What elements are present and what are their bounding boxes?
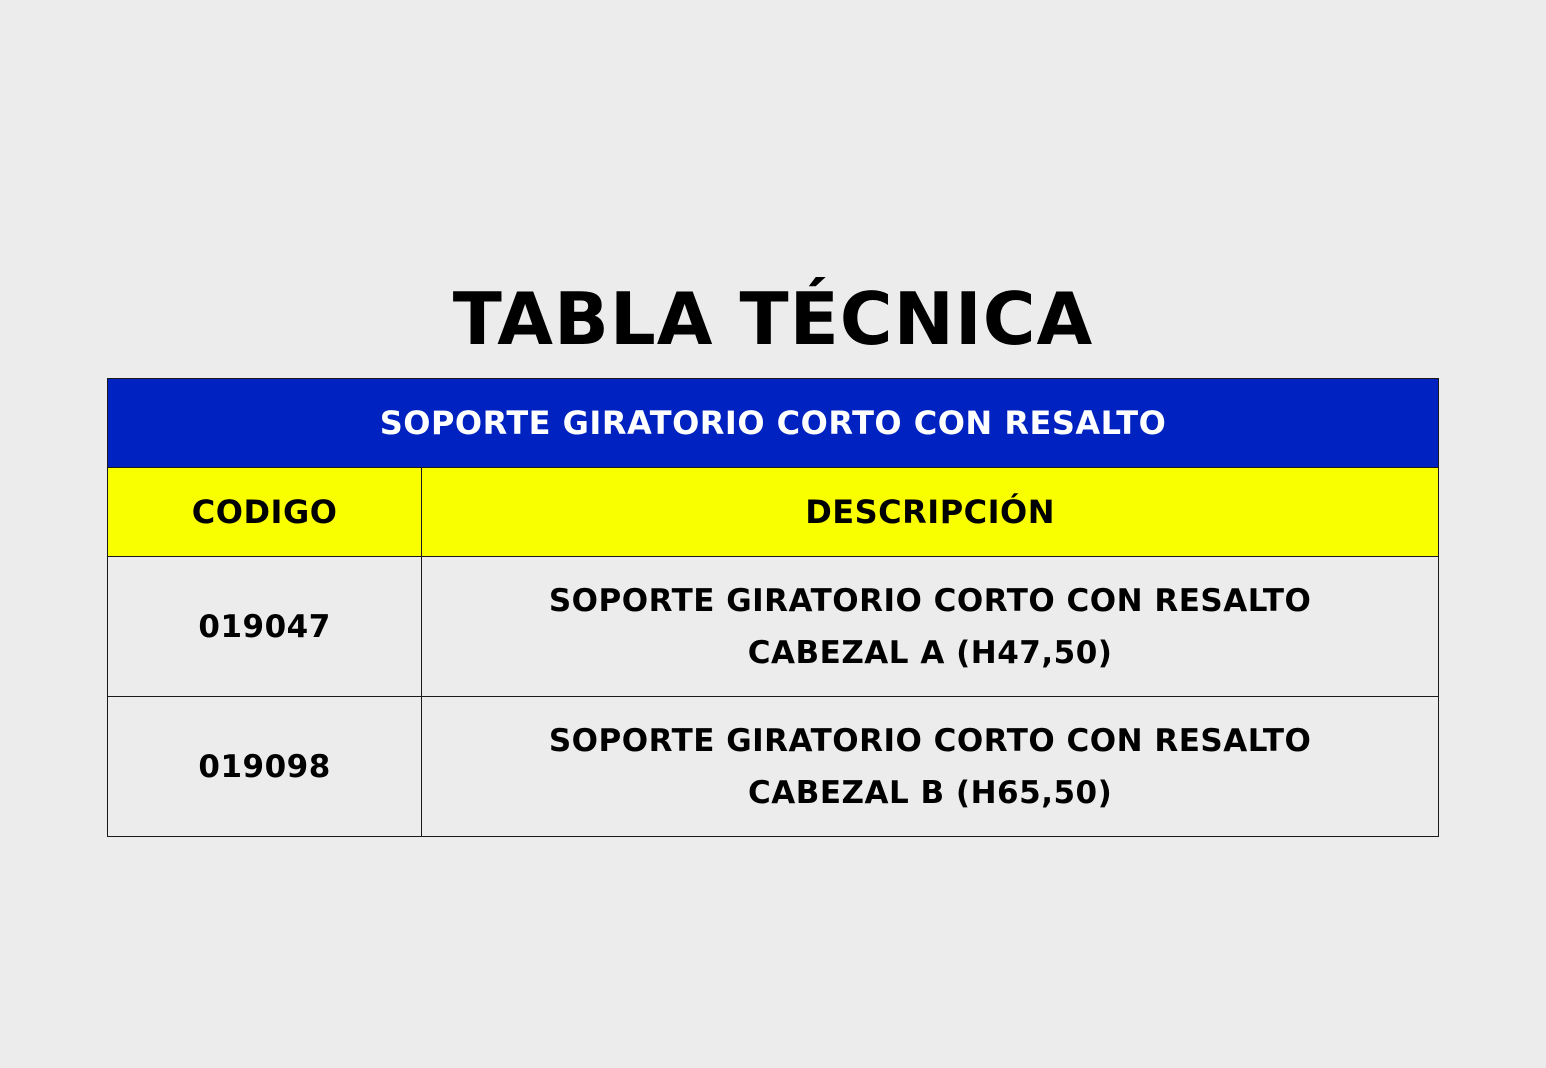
table-banner-row: SOPORTE GIRATORIO CORTO CON RESALTO: [107, 378, 1439, 468]
row-code: 019047: [106, 556, 423, 697]
description-line: CABEZAL B (H65,50): [747, 774, 1113, 811]
description-line: SOPORTE GIRATORIO CORTO CON RESALTO: [548, 582, 1312, 619]
row-code: 019098: [106, 696, 423, 837]
table-row: 019047 SOPORTE GIRATORIO CORTO CON RESAL…: [106, 556, 1439, 697]
header-description: DESCRIPCIÓN: [421, 467, 1439, 557]
table-banner: SOPORTE GIRATORIO CORTO CON RESALTO: [107, 378, 1439, 468]
row-description: SOPORTE GIRATORIO CORTO CON RESALTO CABE…: [421, 696, 1439, 837]
table-row: 019098 SOPORTE GIRATORIO CORTO CON RESAL…: [106, 696, 1439, 837]
spec-table: SOPORTE GIRATORIO CORTO CON RESALTO CODI…: [106, 378, 1439, 837]
description-line: CABEZAL A (H47,50): [747, 634, 1113, 671]
row-description: SOPORTE GIRATORIO CORTO CON RESALTO CABE…: [421, 556, 1439, 697]
table-header-row: CODIGO DESCRIPCIÓN: [106, 467, 1439, 557]
header-code: CODIGO: [106, 467, 423, 557]
page-title: TABLA TÉCNICA: [452, 277, 1094, 362]
description-line: SOPORTE GIRATORIO CORTO CON RESALTO: [548, 722, 1312, 759]
